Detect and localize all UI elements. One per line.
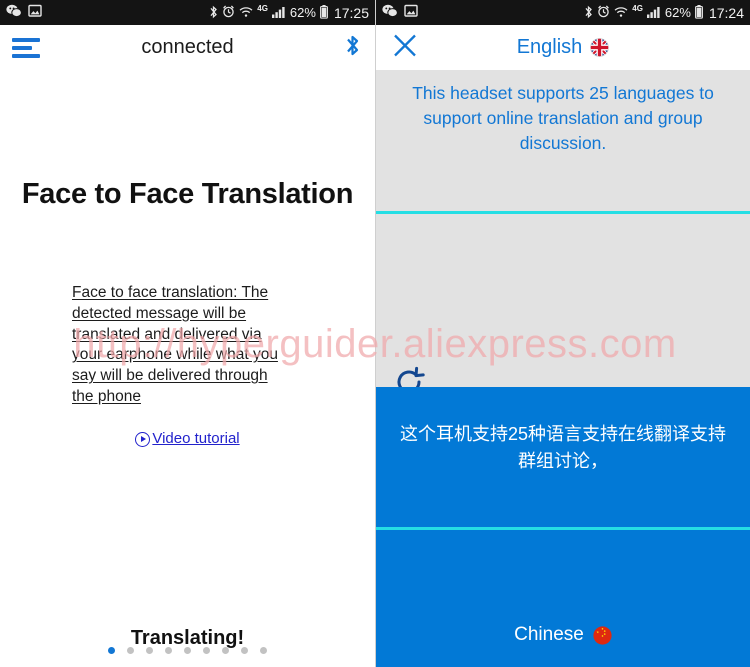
pagination-dot[interactable] [127, 647, 134, 654]
china-flag-icon [593, 625, 612, 645]
source-text-panel: This headset supports 25 languages to su… [376, 70, 750, 211]
pagination-dot[interactable] [165, 647, 172, 654]
clock-label: 17:24 [708, 4, 744, 21]
left-phone-screen: 4G 62% 17:25 connected Face to Face Tran… [0, 0, 375, 667]
source-action-panel [376, 214, 750, 387]
bluetooth-icon[interactable] [344, 33, 361, 63]
app-bar-left: connected [0, 25, 375, 70]
app-bar-right: English [376, 25, 750, 70]
video-tutorial-label: Video tutorial [152, 429, 240, 447]
wechat-icon [6, 4, 22, 22]
pagination-dot[interactable] [146, 647, 153, 654]
signal-bars-icon [271, 6, 286, 20]
alarm-icon [222, 5, 235, 20]
bluetooth-icon [584, 5, 593, 21]
status-bar-left-icons [382, 4, 418, 22]
status-bar-right: 4G 62% 17:24 [376, 0, 750, 25]
source-language-header[interactable]: English [376, 36, 750, 59]
dual-screenshot: 4G 62% 17:25 connected Face to Face Tran… [0, 0, 750, 667]
pagination-dot[interactable] [241, 647, 248, 654]
source-language-label: English [516, 36, 583, 58]
status-bar-right-icons: 4G 62% 17:24 [584, 4, 744, 21]
pagination-dot[interactable] [222, 647, 229, 654]
pagination-dot[interactable] [184, 647, 191, 654]
pagination-dot[interactable] [203, 647, 210, 654]
translated-text-panel: 这个耳机支持25种语言支持在线翻译支持群组讨论， [376, 387, 750, 527]
close-x-icon[interactable] [392, 32, 418, 63]
wifi-icon [614, 6, 628, 20]
wifi-icon [239, 6, 253, 20]
target-language-row[interactable]: Chinese [376, 624, 750, 646]
hamburger-menu-icon[interactable] [12, 37, 40, 58]
page-title: Face to Face Translation [21, 178, 354, 210]
feature-description: Face to face translation: The detected m… [72, 284, 278, 405]
app-bar-title: connected [141, 36, 234, 58]
uk-flag-icon [590, 38, 610, 57]
target-language-panel: Chinese [376, 530, 750, 667]
status-bar-left: 4G 62% 17:25 [0, 0, 375, 25]
network-type-label: 4G [632, 4, 643, 13]
battery-percent-label: 62% [664, 5, 691, 20]
pagination-dots[interactable] [0, 647, 375, 654]
signal-bars-icon [646, 6, 661, 20]
gallery-icon [28, 4, 42, 21]
wechat-icon [382, 4, 398, 22]
source-text: This headset supports 25 languages to su… [412, 83, 714, 154]
pagination-dot[interactable] [260, 647, 267, 654]
video-tutorial-link[interactable]: Video tutorial [135, 429, 240, 447]
clock-label: 17:25 [333, 4, 369, 21]
gallery-icon [404, 4, 418, 21]
translation-panels: This headset supports 25 languages to su… [376, 70, 750, 667]
bluetooth-icon [209, 5, 218, 21]
alarm-icon [597, 5, 610, 20]
translated-text: 这个耳机支持25种语言支持在线翻译支持群组讨论， [399, 424, 727, 471]
status-bar-right-icons: 4G 62% 17:25 [209, 4, 369, 21]
pagination-dot[interactable] [108, 647, 115, 654]
target-language-label: Chinese [514, 624, 584, 645]
right-phone-screen: 4G 62% 17:24 English This headset suppor… [375, 0, 750, 667]
battery-percent-label: 62% [289, 5, 316, 20]
battery-icon [695, 4, 703, 21]
left-content: Face to Face Translation Face to face tr… [0, 70, 375, 667]
status-bar-left-icons [6, 4, 42, 22]
network-type-label: 4G [257, 4, 268, 13]
video-tutorial-row: Video tutorial [0, 428, 375, 447]
battery-icon [320, 4, 328, 21]
play-circle-icon [135, 431, 151, 447]
